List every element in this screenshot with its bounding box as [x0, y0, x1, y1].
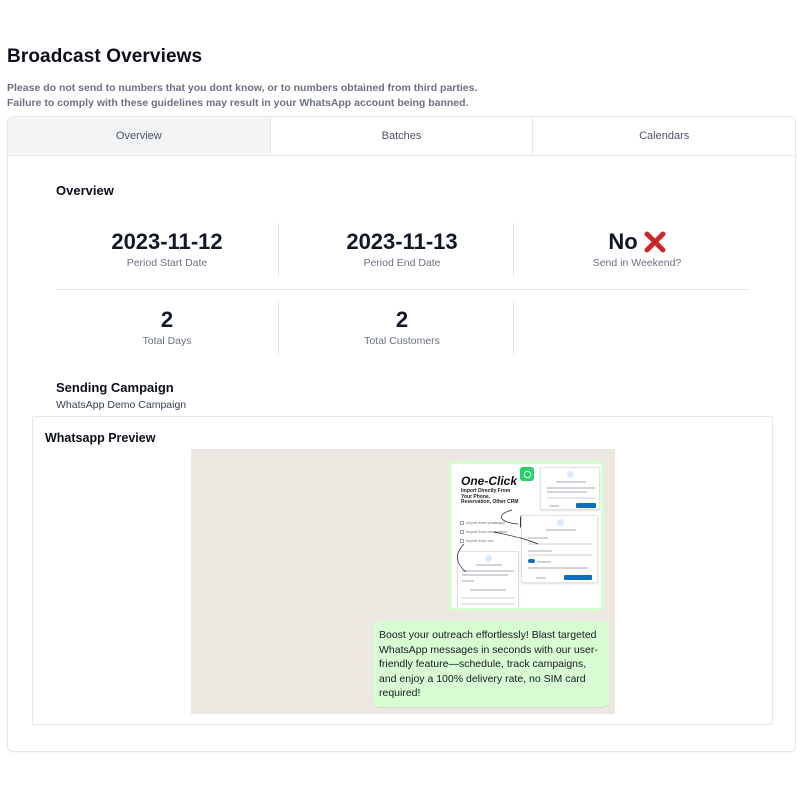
stat-period-end: 2023-11-13 Period End Date [291, 229, 513, 269]
tab-overview[interactable]: Overview [8, 117, 271, 155]
whatsapp-preview-title: Whatsapp Preview [45, 431, 156, 445]
overview-title: Overview [56, 183, 114, 198]
tab-calendars[interactable]: Calendars [533, 117, 795, 155]
period-end-label: Period End Date [363, 257, 441, 269]
weekend-value: No [608, 229, 638, 254]
chat-background: One-Click Import Directly From Your Phon… [191, 449, 615, 714]
total-days-label: Total Days [142, 335, 192, 347]
arrows-decoration [457, 509, 539, 573]
period-start-label: Period Start Date [126, 257, 208, 269]
period-start-value: 2023-11-12 [111, 229, 223, 254]
total-days-value: 2 [160, 307, 174, 332]
weekend-label: Send in Weekend? [592, 257, 682, 269]
promo-image-message[interactable]: One-Click Import Directly From Your Phon… [449, 461, 604, 611]
total-customers-value: 2 [395, 307, 409, 332]
promo-image: One-Click Import Directly From Your Phon… [452, 464, 601, 608]
message-bubble: Boost your outreach effortlessly! Blast … [373, 621, 609, 707]
page-title: Broadcast Overviews [7, 46, 203, 67]
notice-line-1: Please do not send to numbers that you d… [7, 82, 478, 94]
broadcast-card: Overview Batches Calendars Overview 2023… [7, 116, 796, 752]
stat-total-days: 2 Total Days [56, 307, 278, 347]
stat-weekend: No Send in Weekend? [526, 229, 748, 269]
sending-campaign-title: Sending Campaign [56, 380, 174, 395]
stat-total-customers: 2 Total Customers [291, 307, 513, 347]
divider [278, 301, 279, 355]
notice-line-2: Failure to comply with these guidelines … [7, 96, 469, 109]
cross-mark-icon [644, 231, 666, 253]
notice-text: Please do not send to numbers that you d… [7, 81, 477, 110]
period-end-value: 2023-11-13 [346, 229, 458, 254]
tab-bar: Overview Batches Calendars [8, 117, 795, 156]
campaign-name: WhatsApp Demo Campaign [56, 399, 187, 411]
divider [513, 301, 514, 355]
tab-batches[interactable]: Batches [271, 117, 534, 155]
stat-period-start: 2023-11-12 Period Start Date [56, 229, 278, 269]
divider [56, 289, 749, 290]
whatsapp-preview-panel: Whatsapp Preview One-Click Import Direct… [32, 416, 773, 725]
divider [513, 223, 514, 277]
divider [278, 223, 279, 277]
total-customers-label: Total Customers [364, 335, 440, 347]
